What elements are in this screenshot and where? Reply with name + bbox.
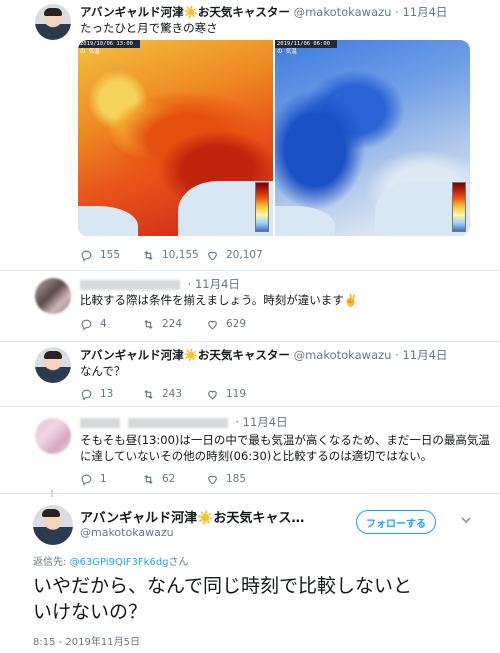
retweet-count: 243 <box>162 388 183 400</box>
tweet-text-line: そもそも昼(13:00)は一日の中で最も気温が高くなるため、まだ一日の最高気温 <box>80 433 490 447</box>
tweet-actions: 4 224 629 <box>80 316 246 332</box>
reply-count: 13 <box>100 388 114 400</box>
tweet-datetime[interactable]: 8:15 - 2019年11月5日 <box>33 633 140 648</box>
like-button[interactable]: 629 <box>206 316 246 332</box>
like-button[interactable]: 119 <box>206 386 246 402</box>
reply-to-handle[interactable]: @63GPi9QIF3Fk6dg <box>70 557 169 568</box>
tweet-header: · 11月4日 <box>80 414 288 430</box>
dot-separator: · <box>235 415 243 429</box>
heart-icon <box>208 320 217 329</box>
tweet-1[interactable]: アバンギャルド河津☀️お天気キャスター @makotokawazu · 11月4… <box>0 0 500 268</box>
reply-count: 155 <box>100 249 121 261</box>
like-button[interactable]: 185 <box>206 471 246 487</box>
blurred-handle <box>127 417 228 428</box>
retweet-count: 10,155 <box>162 249 199 261</box>
handle[interactable]: @makotokawazu <box>80 526 174 539</box>
tweet-text: そもそも昼(13:00)は一日の中で最も気温が高くなるため、まだ一日の最高気温 … <box>80 432 490 464</box>
tweet-actions: 155 10,155 20,107 <box>80 247 263 263</box>
like-count: 185 <box>226 473 247 485</box>
like-count: 20,107 <box>226 249 263 261</box>
retweet-icon <box>144 474 153 484</box>
temperature-map-image[interactable]: 2019/11/06 06:00 の 気温 <box>275 40 470 236</box>
avatar[interactable] <box>35 4 71 40</box>
timestamp[interactable]: 11月4日 <box>402 348 447 362</box>
like-button[interactable]: 20,107 <box>206 247 263 263</box>
timestamp[interactable]: 11月4日 <box>243 415 288 429</box>
reply-to-line: 返信先: @63GPi9QIF3Fk6dgさん <box>33 553 189 568</box>
like-count: 629 <box>226 318 247 330</box>
map-label: 2019/10/06 13:00 の 気温 <box>78 40 140 55</box>
blurred-name <box>80 279 180 290</box>
retweet-count: 62 <box>162 473 176 485</box>
color-legend <box>452 182 466 232</box>
display-name[interactable]: アバンギャルド河津☀️お天気キャスター <box>80 5 290 19</box>
reply-tweet-2[interactable]: · 11月4日 そもそも昼(13:00)は一日の中で最も気温が高くなるため、まだ… <box>0 406 500 492</box>
color-legend <box>255 182 269 232</box>
retweet-icon <box>144 319 153 329</box>
tweet-header: · 11月4日 <box>80 276 240 292</box>
tweet-text-line: に達していないその他の時刻(06:30)と比較するのは適切ではない。 <box>80 449 433 463</box>
retweet-button[interactable]: 62 <box>142 471 206 487</box>
map-label: 2019/11/06 06:00 の 気温 <box>275 40 337 55</box>
reply-button[interactable]: 155 <box>80 247 142 263</box>
retweet-button[interactable]: 224 <box>142 316 206 332</box>
tweet-actions: 1 62 185 <box>80 471 246 487</box>
handle[interactable]: @makotokawazu <box>294 348 392 362</box>
retweet-icon <box>144 389 153 399</box>
tweet-header: アバンギャルド河津☀️お天気キャスター @makotokawazu · 11月4… <box>80 4 447 20</box>
main-tweet-text: いやだから、なんで同じ時刻で比較しないと いけないの？ <box>33 573 412 625</box>
reply-count: 4 <box>100 318 107 330</box>
main-tweet: アバンギャルド河津☀️お天気キャス… @makotokawazu フォローする … <box>0 489 500 653</box>
temperature-map-image[interactable]: 2019/10/06 13:00 の 気温 <box>78 40 273 236</box>
heart-icon <box>208 251 217 260</box>
tweet-actions: 13 243 119 <box>80 386 246 402</box>
reply-icon <box>81 319 92 330</box>
reply-button[interactable]: 1 <box>80 471 142 487</box>
avatar[interactable] <box>33 505 73 545</box>
reply-icon <box>81 474 92 485</box>
reply-icon <box>81 389 92 400</box>
avatar[interactable] <box>35 347 71 383</box>
retweet-count: 224 <box>162 318 183 330</box>
timestamp[interactable]: 11月4日 <box>402 5 447 19</box>
tweet-2[interactable]: アバンギャルド河津☀️お天気キャスター @makotokawazu · 11月4… <box>0 341 500 405</box>
tweet-text-line: いやだから、なんで同じ時刻で比較しないと <box>33 575 413 597</box>
chevron-down-icon[interactable] <box>458 512 474 528</box>
heart-icon <box>208 475 217 484</box>
tweet-text: 比較する際は条件を揃えましょう。時刻が違います✌️ <box>80 293 359 307</box>
avatar[interactable] <box>35 418 71 454</box>
thread-line <box>51 489 53 497</box>
reply-button[interactable]: 4 <box>80 316 142 332</box>
follow-button[interactable]: フォローする <box>356 510 436 534</box>
blurred-name <box>80 417 120 428</box>
sea-area <box>275 206 335 236</box>
reply-icon <box>81 250 92 261</box>
retweet-icon <box>144 250 153 260</box>
reply-to-label: 返信先: <box>33 557 67 568</box>
avatar[interactable] <box>35 278 71 314</box>
tweet-text: なんで？ <box>80 364 126 378</box>
dot-separator: · <box>187 277 195 291</box>
reply-tweet-1[interactable]: · 11月4日 比較する際は条件を揃えましょう。時刻が違います✌️ 4 224 … <box>0 270 500 340</box>
sea-area <box>78 206 138 236</box>
timestamp[interactable]: 11月4日 <box>195 277 240 291</box>
handle[interactable]: @makotokawazu <box>294 5 392 19</box>
tweet-text: たったひと月で驚きの寒さ <box>80 21 218 35</box>
reply-button[interactable]: 13 <box>80 386 142 402</box>
tweet-text-line: いけないの？ <box>33 601 148 623</box>
retweet-button[interactable]: 243 <box>142 386 206 402</box>
display-name[interactable]: アバンギャルド河津☀️お天気キャス… <box>80 507 304 526</box>
tweet-header: アバンギャルド河津☀️お天気キャスター @makotokawazu · 11月4… <box>80 347 447 363</box>
retweet-button[interactable]: 10,155 <box>142 247 206 263</box>
reply-count: 1 <box>100 473 107 485</box>
like-count: 119 <box>226 388 247 400</box>
reply-to-suffix: さん <box>168 557 189 568</box>
display-name[interactable]: アバンギャルド河津☀️お天気キャスター <box>80 348 290 362</box>
heart-icon <box>208 390 217 399</box>
